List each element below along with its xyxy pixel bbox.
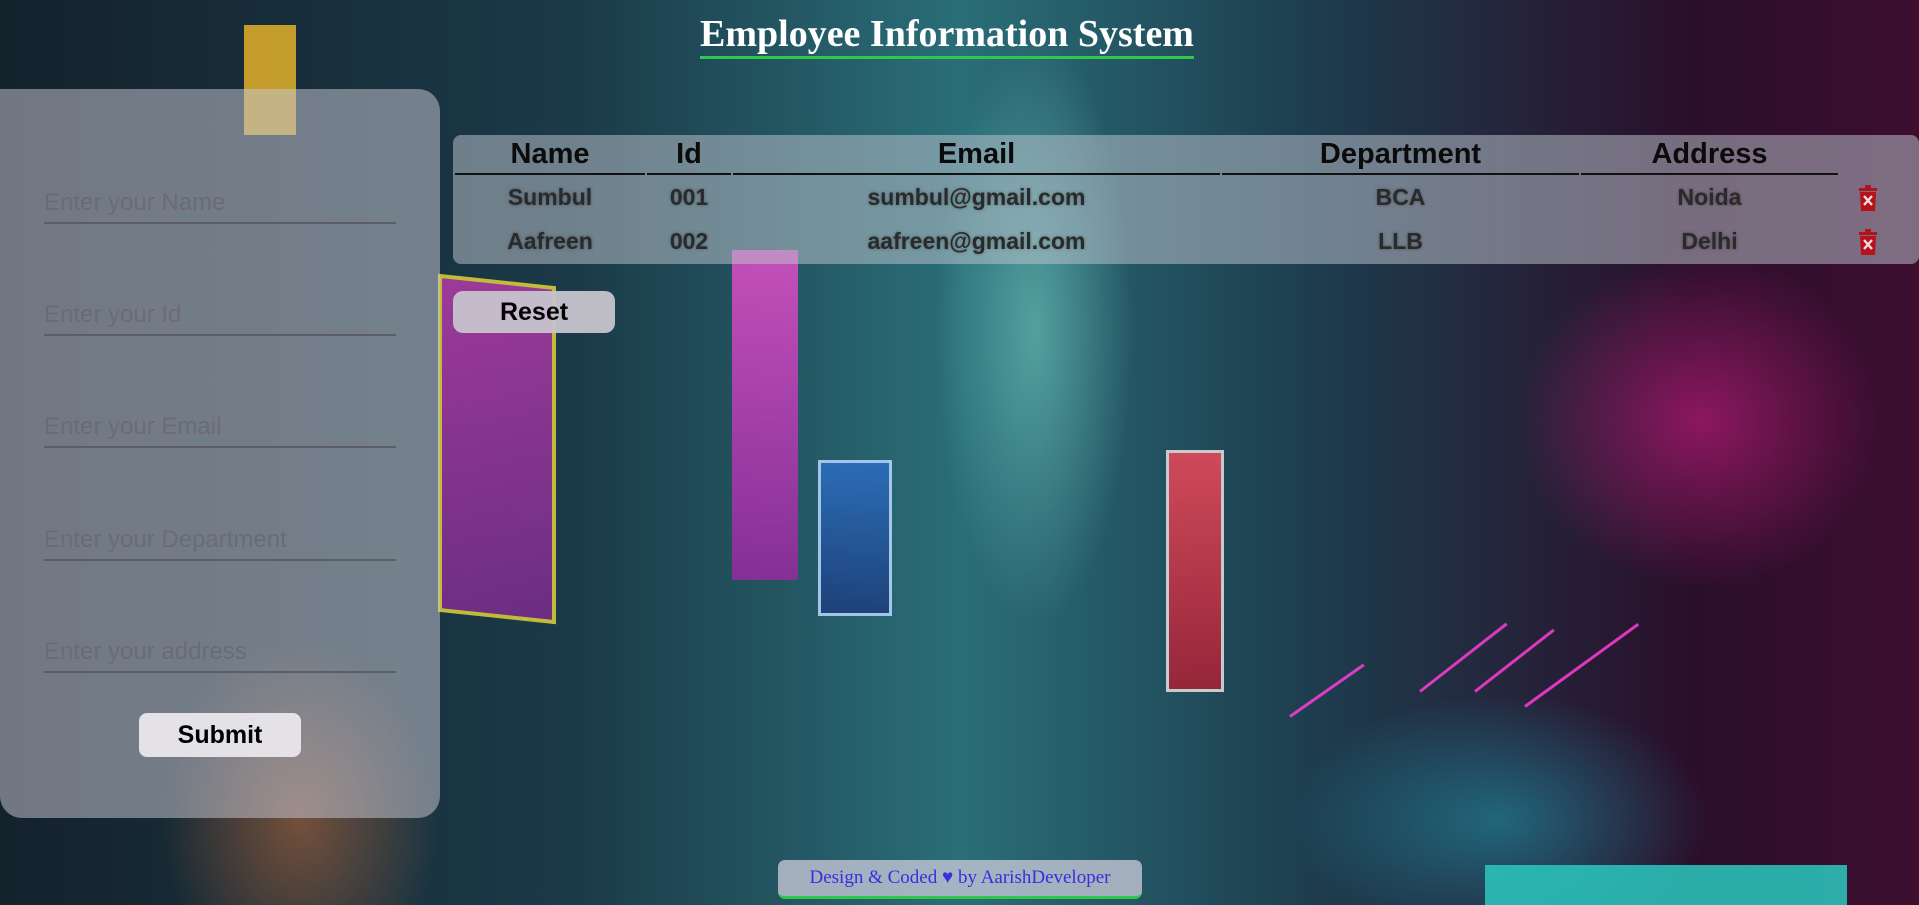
id-input[interactable]: [44, 296, 396, 336]
page-title: Employee Information System: [700, 12, 1194, 59]
employee-table: Name Id Email Department Address Sumbul …: [453, 135, 1898, 263]
cell-id: 002: [669, 227, 709, 254]
background-neon: [1419, 622, 1508, 693]
table-row: Aafreen 002 aafreen@gmail.com LLB Delhi: [455, 219, 1896, 263]
cell-address: Noida: [1677, 183, 1742, 210]
table-header-row: Name Id Email Department Address: [455, 135, 1896, 175]
background-neon: [1289, 663, 1365, 718]
email-input[interactable]: [44, 408, 396, 448]
column-header-department: Department: [1222, 135, 1579, 175]
background-neon: [1524, 622, 1640, 708]
footer-credit: Design & Coded ♥ by AarishDeveloper: [778, 860, 1142, 899]
background-sign: [1166, 450, 1224, 692]
column-header-address: Address: [1581, 135, 1838, 175]
column-header-id: Id: [647, 135, 731, 175]
column-header-actions: [1840, 135, 1896, 175]
column-header-email: Email: [733, 135, 1220, 175]
trash-icon[interactable]: [1857, 184, 1879, 211]
trash-icon[interactable]: [1857, 228, 1879, 255]
cell-name: Sumbul: [507, 183, 593, 210]
background-sign: [818, 460, 892, 616]
cell-id: 001: [669, 183, 709, 210]
cell-actions: [1840, 175, 1896, 219]
cell-actions: [1840, 219, 1896, 263]
cell-department: LLB: [1378, 227, 1423, 254]
address-input[interactable]: [44, 633, 396, 673]
cell-email: aafreen@gmail.com: [867, 227, 1086, 254]
submit-button[interactable]: Submit: [139, 713, 301, 757]
reset-button[interactable]: Reset: [453, 291, 615, 333]
background-sign: [732, 250, 798, 580]
cell-department: BCA: [1375, 183, 1426, 210]
cell-name: Aafreen: [507, 227, 593, 254]
cell-email: sumbul@gmail.com: [867, 183, 1086, 210]
background-sign: [1485, 865, 1847, 905]
column-header-name: Name: [455, 135, 645, 175]
department-input[interactable]: [44, 521, 396, 561]
name-input[interactable]: [44, 184, 396, 224]
employee-table-panel: Name Id Email Department Address Sumbul …: [453, 135, 1919, 264]
employee-form: Submit: [0, 89, 440, 818]
cell-address: Delhi: [1681, 227, 1738, 254]
table-row: Sumbul 001 sumbul@gmail.com BCA Noida: [455, 175, 1896, 219]
